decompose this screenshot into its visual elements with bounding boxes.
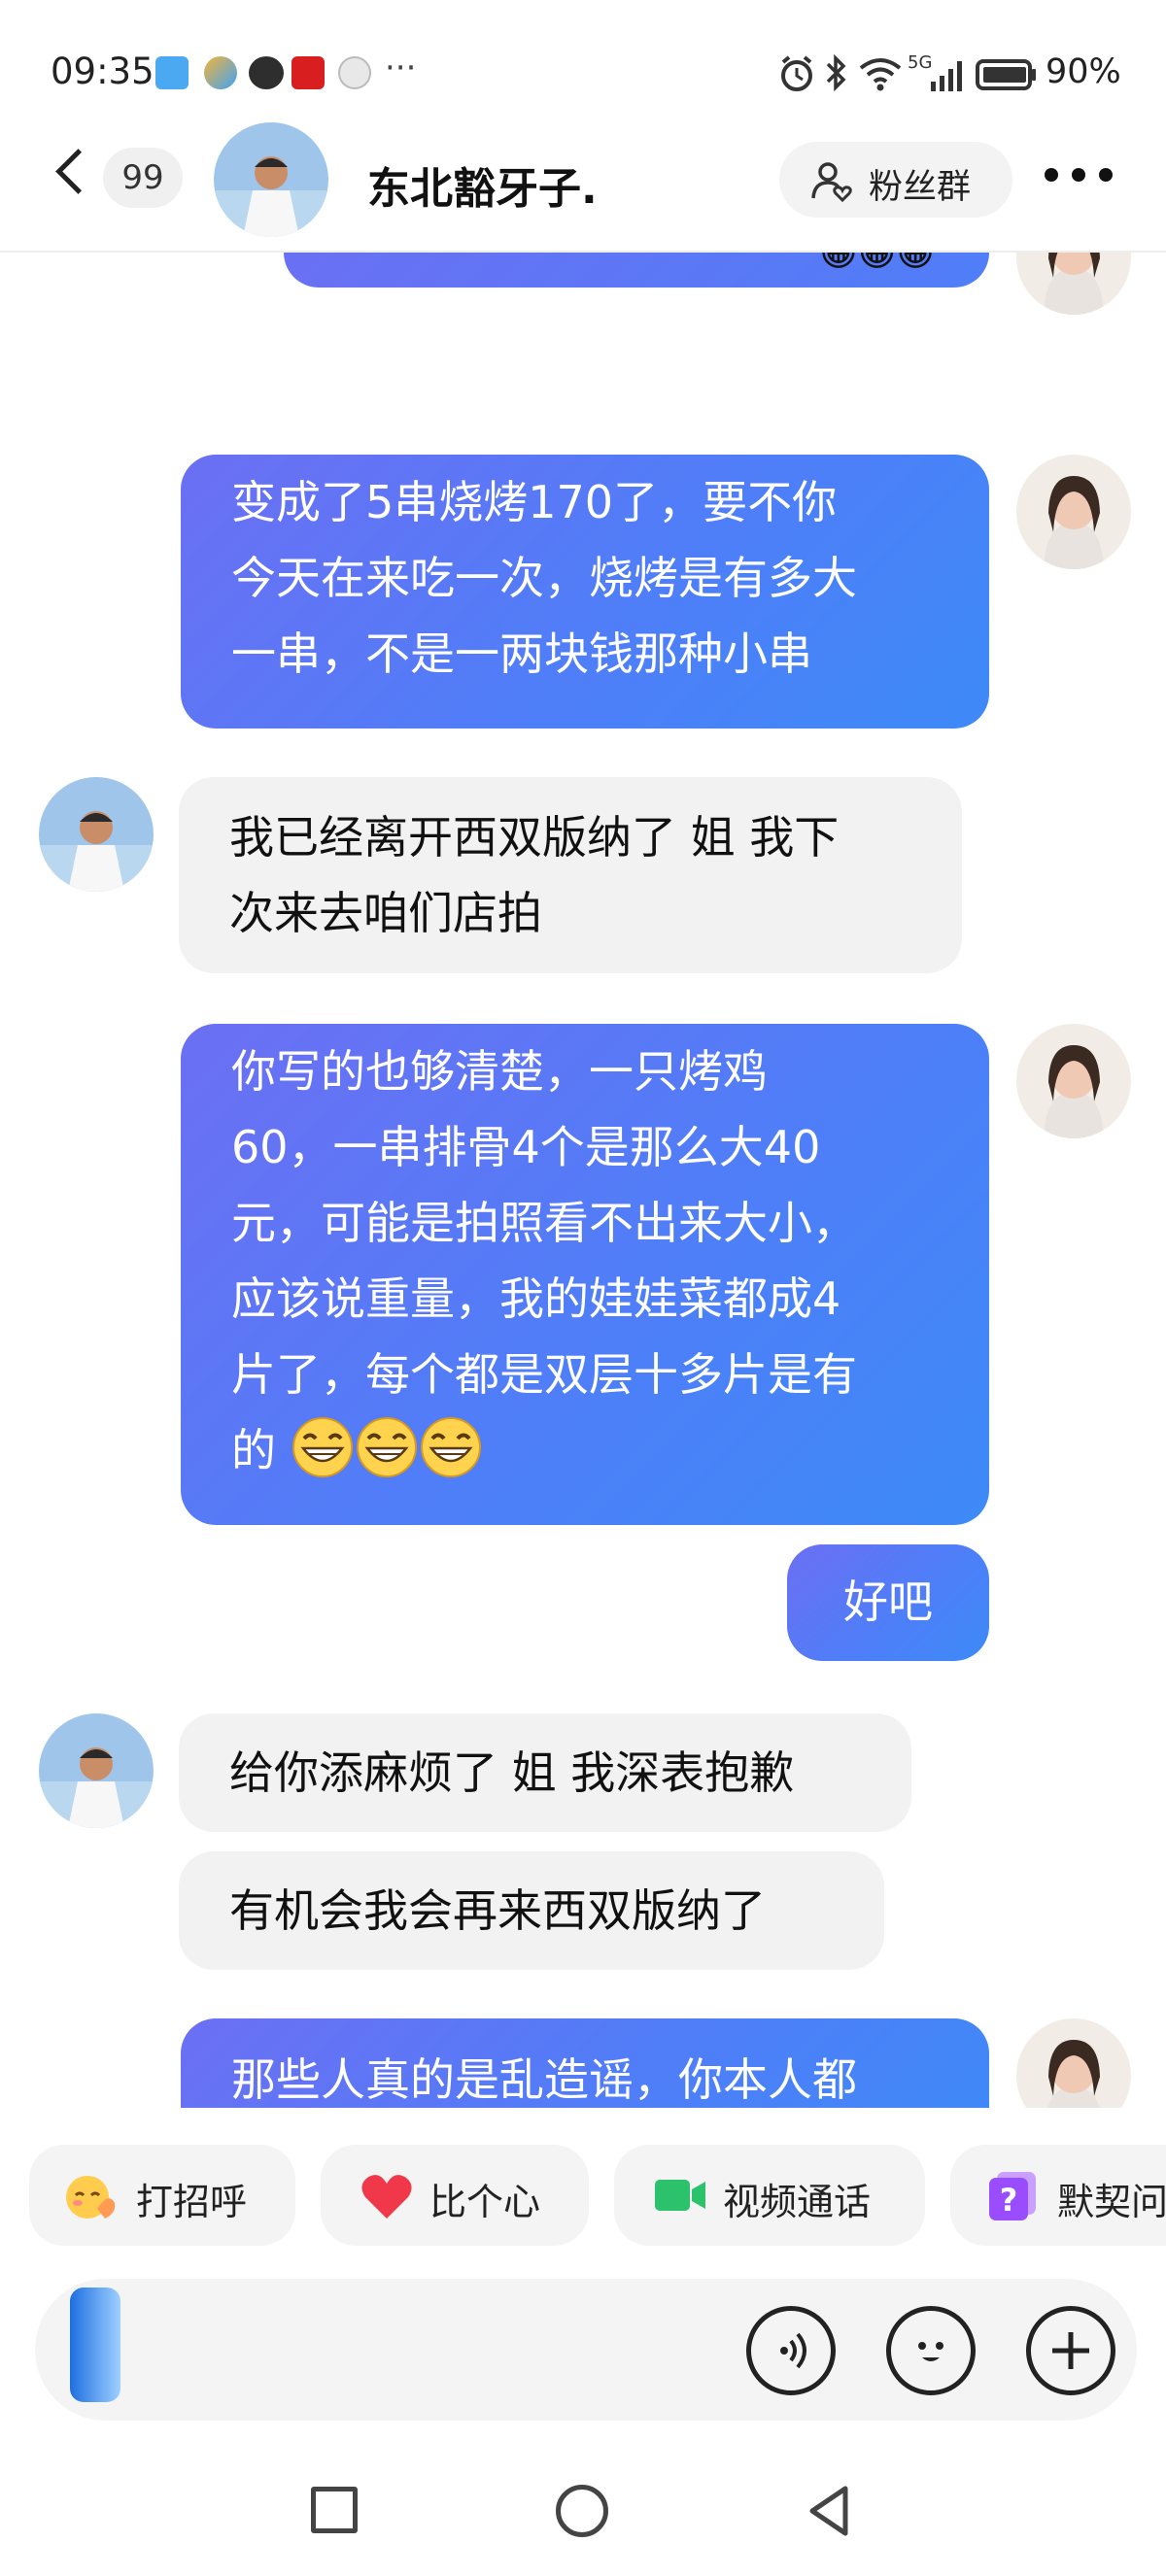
message-line: 你写的也够清楚，一只烤鸡 (231, 1045, 768, 1098)
outgoing-message-bubble[interactable]: 变成了5串烧烤170了，要不你 今天在来吃一次，烧烤是有多大 一串，不是一两块钱… (181, 455, 989, 729)
circle-app-icon (338, 56, 371, 89)
more-notifications-icon: ··· (385, 49, 417, 87)
heart-icon (361, 2175, 412, 2219)
back-button[interactable] (55, 149, 101, 194)
message-line: 好吧 (843, 1576, 933, 1628)
contact-avatar[interactable] (39, 1713, 154, 1828)
outgoing-message-bubble[interactable]: 你写的也够清楚，一只烤鸡 60，一串排骨4个是那么大40 元，可能是拍照看不出来… (181, 1024, 989, 1525)
wifi-icon (859, 58, 902, 91)
red-app-icon (292, 56, 325, 89)
quick-reply-label: 打招呼 (136, 2181, 248, 2223)
contact-name[interactable]: 东北豁牙子. (367, 153, 598, 216)
my-avatar[interactable] (1016, 2018, 1131, 2108)
quick-reply-label: 默契问 (1057, 2181, 1166, 2223)
message-line: 元，可能是拍照看不出来大小， (231, 1197, 857, 1249)
grinning-face-emoji-icon (356, 1417, 417, 1477)
voice-input-button[interactable] (746, 2306, 836, 2395)
message-line: 那些人真的是乱造谣，你本人都 (231, 2053, 857, 2106)
alarm-icon (781, 55, 812, 91)
message-line: 变成了5串烧烤170了，要不你 (231, 476, 838, 528)
outgoing-message-bubble[interactable]: 好吧 (787, 1544, 989, 1661)
fans-group-button[interactable]: 粉丝群 (779, 142, 1012, 218)
emoji-button[interactable] (886, 2306, 976, 2395)
fans-group-label: 粉丝群 (869, 168, 972, 207)
status-bar: 09:35 ··· 5G 90% (0, 0, 1166, 146)
waving-face-icon (66, 2176, 116, 2219)
grinning-face-emoji-icon (292, 1417, 353, 1477)
fans-group-icon (811, 162, 852, 202)
my-avatar[interactable] (1016, 455, 1131, 569)
message-line: 应该说重量，我的娃娃菜都成4 (231, 1272, 841, 1325)
quick-reply-greet[interactable]: 打招呼 (29, 2145, 295, 2246)
voice-wave-icon (780, 2332, 806, 2369)
my-avatar[interactable] (1016, 253, 1131, 315)
book-app-icon (155, 56, 189, 89)
incoming-message-bubble[interactable]: 我已经离开西双版纳了 姐 我下 次来去咱们店拍 (179, 777, 962, 973)
status-time: 09:35 (51, 51, 154, 92)
quick-reply-label: 视频通话 (723, 2181, 872, 2223)
my-avatar[interactable] (1016, 1024, 1131, 1138)
smiley-icon (918, 2342, 943, 2361)
message-line: 给你添麻烦了 姐 我深表抱歉 (229, 1746, 795, 1799)
video-camera-icon (655, 2180, 705, 2211)
partial-emoji: 😁😁😁 (819, 253, 935, 274)
recent-apps-button[interactable] (311, 2487, 358, 2533)
message-line: 一串，不是一两块钱那种小串 (231, 627, 812, 680)
text-cursor (70, 2288, 120, 2402)
more-options-icon[interactable] (1042, 163, 1115, 186)
question-card-icon: ? (989, 2172, 1036, 2220)
message-line: 的 (231, 1424, 276, 1476)
contact-avatar[interactable] (214, 122, 328, 237)
wechat-icon (249, 56, 284, 89)
svg-text:?: ? (1000, 2182, 1018, 2219)
outgoing-message-bubble[interactable]: 那些人真的是乱造谣，你本人都 (181, 2018, 989, 2108)
message-line: 有机会我会再来西双版纳了 (229, 1884, 766, 1937)
message-line: 次来去咱们店拍 (229, 887, 542, 939)
grinning-face-emoji-icon (420, 1417, 481, 1477)
pinwheel-app-icon (204, 56, 237, 89)
battery-level: 90% (1046, 52, 1121, 91)
message-line: 今天在来吃一次，烧烤是有多大 (231, 552, 857, 604)
battery-icon (976, 59, 1036, 90)
contact-avatar[interactable] (39, 777, 154, 892)
quick-reply-video-call[interactable]: 视频通话 (614, 2145, 925, 2246)
signal-icon (931, 61, 962, 91)
quick-reply-quiz[interactable]: ? 默契问 (950, 2145, 1166, 2246)
quick-reply-heart[interactable]: 比个心 (321, 2145, 589, 2246)
chat-scroll-area[interactable]: 😁😁😁 09:20 变成了5串烧烤170了，要不你 今天在来吃一次，烧烤是有多大… (0, 253, 1166, 2108)
incoming-message-bubble[interactable]: 有机会我会再来西双版纳了 (179, 1851, 884, 1970)
plus-icon (1052, 2332, 1089, 2369)
home-button[interactable] (556, 2485, 608, 2537)
message-line: 片了，每个都是双层十多片是有 (231, 1348, 857, 1401)
quick-reply-label: 比个心 (429, 2181, 541, 2223)
message-line: 我已经离开西双版纳了 姐 我下 (229, 811, 840, 864)
quick-reply-bar: 打招呼 比个心 视频通话 ? 默契问 (0, 2118, 1166, 2273)
unread-count-badge[interactable]: 99 (103, 148, 183, 208)
bluetooth-icon (826, 53, 846, 92)
message-line: 60，一串排骨4个是那么大40 (231, 1121, 821, 1173)
previous-message-bubble: 😁😁😁 (284, 253, 989, 288)
incoming-message-bubble[interactable]: 给你添麻烦了 姐 我深表抱歉 (179, 1713, 911, 1832)
back-nav-icon[interactable] (805, 2483, 853, 2539)
more-actions-button[interactable] (1026, 2306, 1115, 2395)
